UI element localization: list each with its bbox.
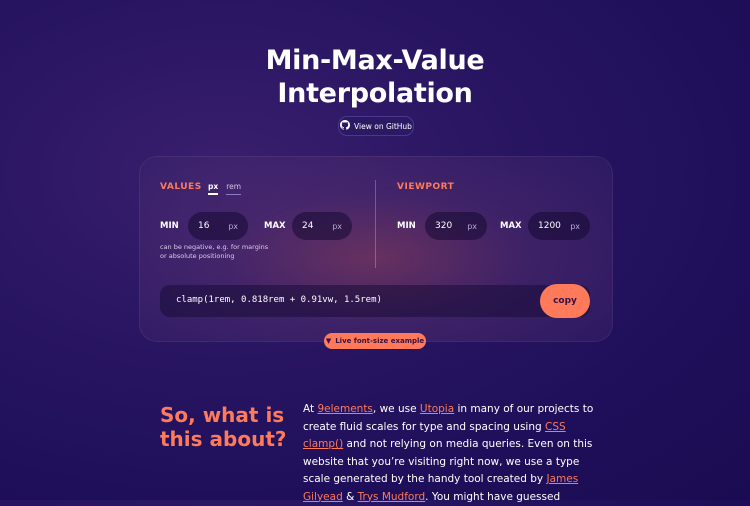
values-min-input[interactable]: 16 px bbox=[188, 212, 248, 240]
about-heading-line-2: this about? bbox=[160, 427, 287, 451]
about-text-2: , we use bbox=[372, 403, 420, 415]
unit-px-tab[interactable]: px bbox=[208, 182, 219, 195]
live-font-size-label: Live font-size example bbox=[335, 337, 425, 345]
link-9elements[interactable]: 9elements bbox=[317, 403, 372, 415]
values-max-unit: px bbox=[332, 221, 342, 231]
values-max-value: 24 bbox=[302, 221, 314, 231]
clamp-output[interactable]: clamp(1rem, 0.818rem + 0.91vw, 1.5rem) bbox=[160, 285, 590, 317]
viewport-min-label: MIN bbox=[397, 221, 416, 231]
page-title: Min-Max-Value Interpolation bbox=[0, 44, 750, 110]
about-text-5: & bbox=[342, 490, 358, 503]
values-hint: can be negative, e.g. for margins or abs… bbox=[160, 243, 269, 260]
about-paragraph: At 9elements, we use Utopia in many of o… bbox=[303, 401, 603, 506]
values-min-unit: px bbox=[228, 221, 238, 231]
unit-toggle: px rem bbox=[208, 182, 242, 195]
title-line-1: Min-Max-Value bbox=[265, 45, 485, 76]
viewport-label: VIEWPORT bbox=[397, 182, 455, 192]
unit-rem-tab[interactable]: rem bbox=[226, 182, 242, 195]
link-utopia[interactable]: Utopia bbox=[420, 403, 454, 415]
values-label: VALUES bbox=[160, 182, 202, 192]
viewport-max-value: 1200 bbox=[538, 221, 561, 231]
about-heading: So, what is this about? bbox=[160, 403, 290, 451]
copy-button[interactable]: copy bbox=[540, 284, 590, 318]
viewport-min-value: 320 bbox=[435, 221, 453, 231]
github-icon bbox=[340, 120, 351, 132]
viewport-min-unit: px bbox=[467, 221, 477, 231]
viewport-max-label: MAX bbox=[500, 221, 522, 231]
about-text-1: At bbox=[303, 403, 318, 415]
triangle-down-icon: ▼ bbox=[325, 337, 332, 345]
viewport-min-input[interactable]: 320 px bbox=[425, 212, 487, 240]
values-min-label: MIN bbox=[160, 221, 179, 231]
title-line-2: Interpolation bbox=[277, 78, 473, 109]
view-on-github-button[interactable]: View on GitHub bbox=[338, 116, 414, 136]
viewport-max-unit: px bbox=[570, 221, 580, 231]
panel-divider bbox=[375, 180, 376, 268]
link-trys-mudford[interactable]: Trys Mudford bbox=[358, 491, 426, 503]
live-font-size-toggle[interactable]: ▼ Live font-size example bbox=[324, 333, 426, 349]
viewport-max-input[interactable]: 1200 px bbox=[528, 212, 590, 240]
values-min-value: 16 bbox=[198, 221, 210, 231]
clamp-output-code: clamp(1rem, 0.818rem + 0.91vw, 1.5rem) bbox=[176, 295, 382, 305]
values-max-input[interactable]: 24 px bbox=[292, 212, 352, 240]
about-heading-line-1: So, what is bbox=[160, 403, 285, 427]
github-label: View on GitHub bbox=[354, 121, 412, 131]
about-text-6: . You might have guessed bbox=[425, 490, 561, 503]
values-max-label: MAX bbox=[264, 221, 286, 231]
